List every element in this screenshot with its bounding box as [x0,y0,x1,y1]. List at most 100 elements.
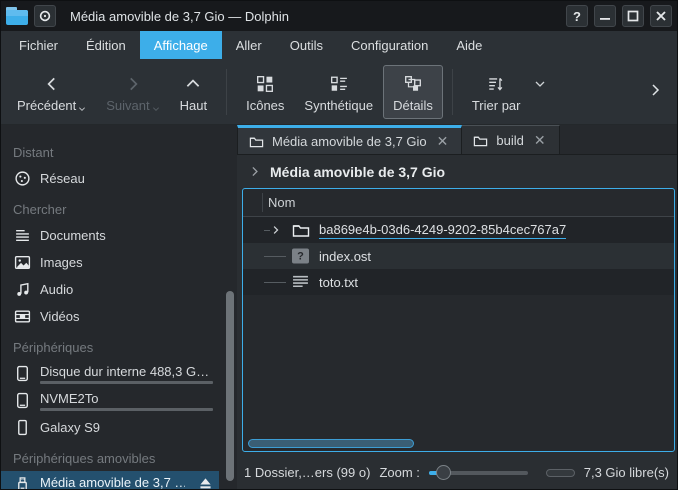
toolbar: Précédent Suivant Haut Icônes Synthétiqu… [1,59,677,125]
dolphin-app-icon [6,7,28,25]
icons-view-label: Icônes [246,98,284,113]
sidebar-item-reseau[interactable]: Réseau [1,165,219,192]
up-label: Haut [180,98,207,113]
dolphin-window: Média amovible de 3,7 Gio — Dolphin ? Fi… [0,0,678,490]
file-row-folder[interactable]: ba869e4b-03d6-4249-9202-85b4cec767a7 [243,217,674,243]
chevron-left-icon [43,71,61,93]
tab-build[interactable]: build ✕ [462,125,559,154]
up-button[interactable]: Haut [170,65,217,119]
eject-button[interactable] [198,476,213,490]
minimize-button[interactable] [594,5,616,27]
folder-icon [249,134,264,149]
file-name[interactable]: toto.txt [319,275,358,290]
sidebar-item-label: Média amovible de 3,7 … [40,475,185,490]
sidebar-item-disque-dur-interne[interactable]: Disque dur interne 488,3 G… [1,360,219,387]
file-row-index-ost[interactable]: ? index.ost [243,243,674,269]
menu-fichier[interactable]: Fichier [5,31,72,59]
sidebar-item-nvme2to[interactable]: NVME2To [1,387,219,414]
sidebar-item-media-amovible[interactable]: Média amovible de 3,7 … [1,471,219,489]
statusbar: 1 Dossier,…ers (99 o) Zoom : 7,3 Gio lib… [237,456,677,489]
sort-by-button[interactable]: Trier par [462,65,531,119]
document-icon [13,227,31,244]
details-view-button[interactable]: Détails [383,65,443,119]
chevron-right-icon[interactable] [248,165,261,178]
maximize-icon [627,10,639,22]
smartphone-icon [13,419,31,436]
file-row-toto-txt[interactable]: toto.txt [243,269,674,295]
chevron-right-icon [647,82,663,101]
menu-aller[interactable]: Aller [222,31,276,59]
section-header-peripheriques-amovibles: Périphériques amovibles [1,441,237,471]
harddisk-icon [13,392,31,409]
toolbar-separator [452,69,453,115]
audio-icon [13,281,31,298]
forward-label: Suivant [106,98,149,113]
window-menu-button[interactable] [34,5,56,27]
horizontal-scrollbar[interactable] [248,439,414,448]
sidebar-item-label: Audio [40,282,213,297]
forward-button[interactable]: Suivant [96,65,169,119]
folder-icon [292,222,310,238]
sidebar-item-images[interactable]: Images [1,249,219,276]
toolbar-separator [226,69,227,115]
breadcrumb-location[interactable]: Média amovible de 3,7 Gio [270,164,445,180]
sort-icon [487,71,505,93]
menu-outils[interactable]: Outils [276,31,337,59]
expand-chevron-icon[interactable] [270,225,281,236]
network-icon [13,170,31,187]
close-button[interactable] [650,5,672,27]
chevron-down-icon [152,101,160,116]
menu-aide[interactable]: Aide [442,31,496,59]
back-label: Précédent [17,98,76,113]
sidebar-item-label: NVME2To [40,391,213,406]
breadcrumb[interactable]: Média amovible de 3,7 Gio [237,155,677,188]
tab-close-icon[interactable]: ✕ [532,132,548,149]
toolbar-overflow-button[interactable] [647,82,663,101]
zoom-slider[interactable] [429,465,528,481]
disk-usage-bar [40,408,213,411]
sidebar-item-galaxy-s9[interactable]: Galaxy S9 [1,414,219,441]
chevron-down-icon [78,101,86,116]
disk-usage-bar [40,381,213,384]
free-space-bar [546,469,575,477]
column-header-nom[interactable]: Nom [243,189,674,217]
help-icon: ? [573,9,581,24]
sidebar-item-label: Vidéos [40,309,213,324]
titlebar[interactable]: Média amovible de 3,7 Gio — Dolphin ? [1,1,677,31]
maximize-button[interactable] [622,5,644,27]
sidebar-item-documents[interactable]: Documents [1,222,219,249]
column-header-label: Nom [268,195,295,210]
menu-configuration[interactable]: Configuration [337,31,442,59]
section-header-peripheriques: Périphériques [1,330,237,360]
usb-stick-icon [13,476,31,489]
compact-view-icon [330,71,348,93]
sidebar-scrollbar[interactable] [226,291,234,481]
file-name[interactable]: index.ost [319,249,371,264]
sidebar-item-label: Documents [40,228,213,243]
back-button[interactable]: Précédent [7,65,96,119]
free-space-label: 7,3 Gio libre(s) [584,465,669,480]
minimize-icon [599,10,611,22]
text-file-icon [292,275,309,290]
file-name[interactable]: ba869e4b-03d6-4249-9202-85b4cec767a7 [319,222,566,239]
menubar: Fichier Édition Affichage Aller Outils C… [1,31,677,59]
tab-label: build [496,133,523,148]
sidebar-item-audio[interactable]: Audio [1,276,219,303]
menu-affichage[interactable]: Affichage [140,31,222,59]
tab-media-amovible[interactable]: Média amovible de 3,7 Gio ✕ [237,125,462,154]
chevron-down-icon[interactable] [534,78,546,93]
menu-edition[interactable]: Édition [72,31,140,59]
section-header-distant: Distant [1,135,237,165]
compact-view-label: Synthétique [304,98,373,113]
main-area: Média amovible de 3,7 Gio ✕ build ✕ Médi… [237,125,677,489]
tab-close-icon[interactable]: ✕ [435,133,451,150]
harddisk-icon [13,365,31,382]
compact-view-button[interactable]: Synthétique [294,65,383,119]
help-button[interactable]: ? [566,5,588,27]
icons-view-button[interactable]: Icônes [236,65,294,119]
sidebar-item-videos[interactable]: Vidéos [1,303,219,330]
zoom-slider-handle[interactable] [436,465,451,480]
file-view[interactable]: Nom ba869e4b-03d6-4249-9202-85b4cec767a7 [242,188,675,452]
tab-label: Média amovible de 3,7 Gio [272,134,427,149]
close-icon [655,10,667,22]
